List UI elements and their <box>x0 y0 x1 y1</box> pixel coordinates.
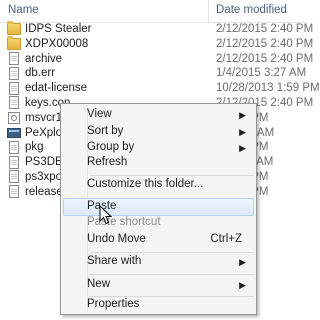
list-item-db-err[interactable]: db.err 1/4/2015 3:27 AM <box>0 66 307 81</box>
menu-item-label: New <box>87 278 111 290</box>
file-icon <box>9 170 19 184</box>
file-date: 2/12/2015 2:40 PM <box>216 52 314 65</box>
menu-item-share-with[interactable]: Share with ▶ <box>63 253 254 271</box>
menu-item-undo-move[interactable]: Undo Move Ctrl+Z <box>63 231 254 249</box>
file-date: 2/12/2015 2:40 PM <box>216 23 314 35</box>
submenu-arrow-icon: ▶ <box>239 127 246 137</box>
folder-icon <box>7 21 21 35</box>
file-date: 10/28/2013 1:59 PM <box>216 82 320 95</box>
file-date: 1/4/2015 3:27 AM <box>216 67 307 80</box>
file-icon <box>9 66 19 80</box>
file-date: 2/12/2015 2:40 PM <box>216 37 314 50</box>
menu-item-label: View <box>87 108 112 120</box>
file-icon <box>9 52 19 66</box>
menu-item-refresh[interactable]: Refresh <box>63 154 254 172</box>
menu-item-new[interactable]: New ▶ <box>63 276 254 294</box>
file-icon <box>9 185 19 199</box>
submenu-arrow-icon: ▶ <box>239 257 246 267</box>
submenu-arrow-icon: ▶ <box>239 143 246 153</box>
file-name: PS3DB <box>25 156 63 169</box>
list-item-idps-stealer[interactable]: IDPS Stealer 2/12/2015 2:40 PM <box>0 21 313 37</box>
menu-item-customize-folder[interactable]: Customize this folder... <box>63 176 254 194</box>
file-icon <box>9 140 19 154</box>
menu-item-label: Group by <box>87 141 135 153</box>
menu-item-properties[interactable]: Properties <box>63 296 254 314</box>
menu-item-label: Refresh <box>87 156 128 168</box>
file-name: archive <box>25 52 63 65</box>
menu-item-label: Share with <box>87 255 142 267</box>
column-date-modified-header[interactable]: Date modified <box>216 4 287 16</box>
mouse-pointer-icon <box>99 205 113 225</box>
column-header: Name Date modified <box>0 0 307 23</box>
dll-file-icon <box>8 111 20 124</box>
column-divider[interactable] <box>208 0 209 22</box>
file-icon <box>9 96 19 110</box>
menu-item-label: Sort by <box>87 125 124 137</box>
file-name: db.err <box>25 67 56 80</box>
file-name: edat-license <box>25 82 88 95</box>
menu-item-label: Properties <box>87 298 140 310</box>
file-name: release <box>25 185 63 198</box>
menu-item-label: Customize this folder... <box>87 178 204 190</box>
menu-separator <box>90 274 254 275</box>
list-item-edat-license[interactable]: edat-license 10/28/2013 1:59 PM <box>0 81 320 96</box>
application-icon <box>7 127 21 138</box>
submenu-arrow-icon: ▶ <box>239 280 246 290</box>
menu-item-label: Undo Move <box>87 233 146 245</box>
folder-icon <box>7 35 21 50</box>
submenu-arrow-icon: ▶ <box>239 110 246 120</box>
context-menu: View ▶ Sort by ▶ Group by ▶ Refresh Cust… <box>60 103 257 315</box>
file-icon <box>9 81 19 95</box>
menu-item-view[interactable]: View ▶ <box>63 106 254 124</box>
list-item-archive[interactable]: archive 2/12/2015 2:40 PM <box>0 52 313 67</box>
file-name: IDPS Stealer <box>25 23 92 35</box>
file-icon <box>9 155 19 169</box>
file-name: XDPX00008 <box>25 37 89 50</box>
menu-item-shortcut: Ctrl+Z <box>210 233 242 245</box>
list-item-xdpx00008[interactable]: XDPX00008 2/12/2015 2:40 PM <box>0 35 313 52</box>
file-name: pkg <box>25 141 44 154</box>
menu-item-paste-shortcut[interactable]: Paste shortcut <box>63 214 254 232</box>
column-name-header[interactable]: Name <box>8 4 39 16</box>
